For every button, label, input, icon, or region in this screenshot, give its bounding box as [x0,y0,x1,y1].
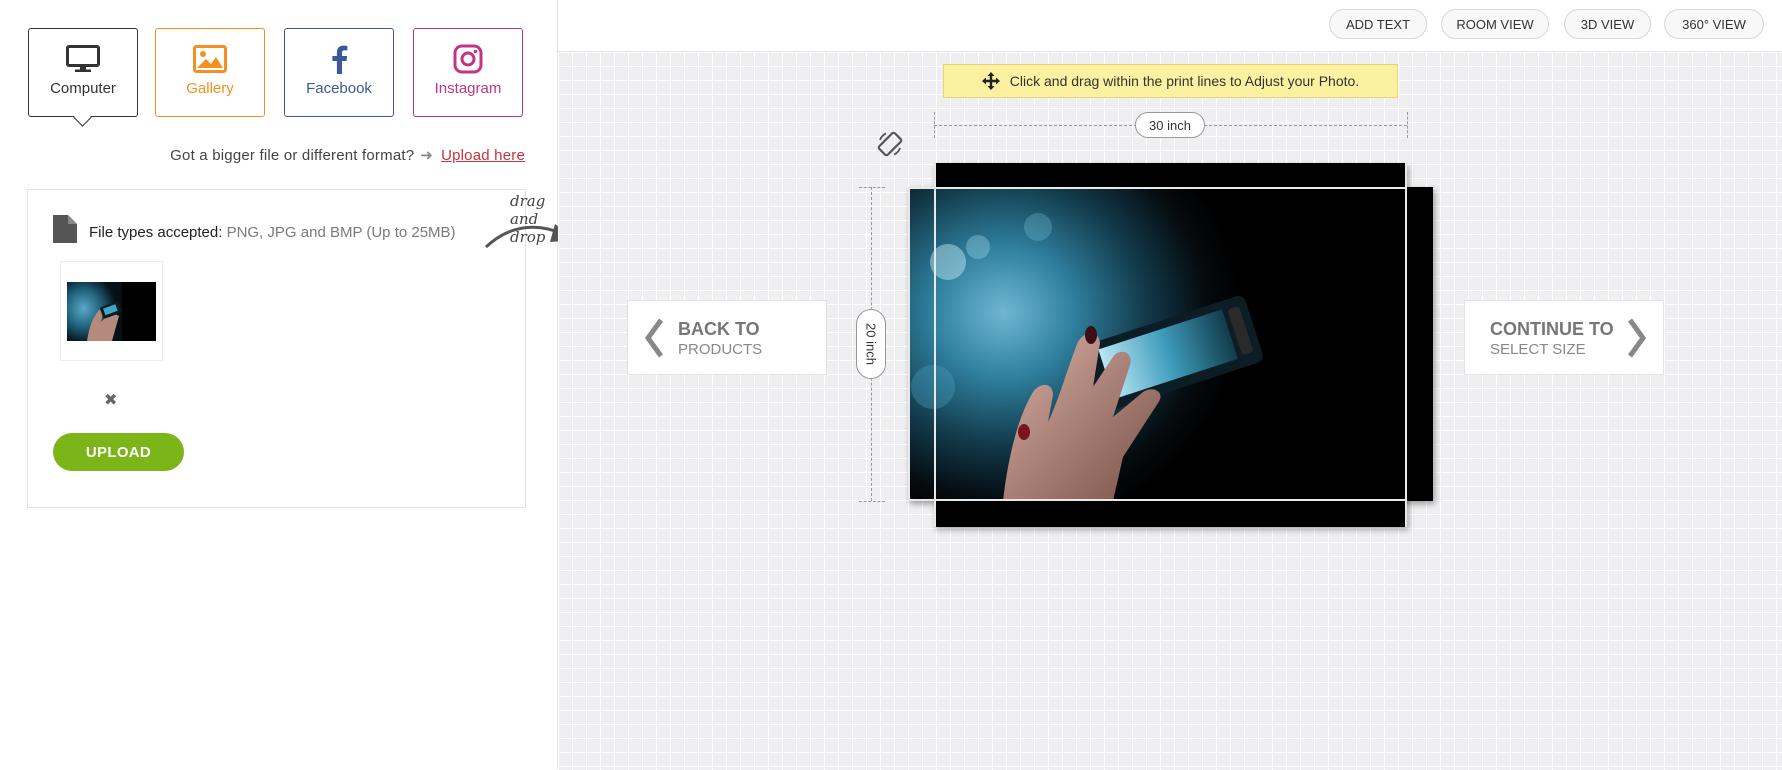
source-tab-computer[interactable]: Computer [28,28,138,117]
file-types-value: PNG, JPG and BMP (Up to 25MB) [226,224,456,241]
product-photo[interactable] [908,187,1433,501]
upload-panel: Computer Gallery Facebook Instagram Got … [0,0,576,769]
upload-box: File types accepted: PNG, JPG and BMP (U… [27,189,526,508]
file-types-label: File types accepted: [89,224,223,241]
source-tab-instagram[interactable]: Instagram [413,28,523,117]
bigger-file-note: Got a bigger file or different format? ➜ U… [0,146,525,164]
source-tab-label: Computer [50,80,116,97]
chevron-right-icon [1627,318,1647,363]
uploaded-thumbnail-card[interactable] [60,261,163,361]
adjust-hint-banner: Click and drag within the print lines to… [943,64,1398,98]
source-tab-label: Facebook [306,80,372,97]
height-dimension-text: 20 inch [863,323,879,365]
back-button-subtitle: PRODUCTS [678,341,763,358]
back-to-products-button[interactable]: BACK TO PRODUCTS [627,300,827,375]
width-dimension-tick [1407,112,1408,138]
move-arrows-icon [981,72,1000,90]
remove-photo-icon[interactable]: ✖ [104,390,117,410]
rotate-orientation-icon[interactable] [876,130,904,163]
width-dimension-tick [934,112,935,138]
source-tab-gallery[interactable]: Gallery [155,28,265,117]
height-dimension-tick [859,501,885,502]
source-tab-label: Gallery [186,80,234,97]
source-tab-facebook[interactable]: Facebook [284,28,394,117]
file-icon [52,214,78,249]
width-dimension-label: 30 inch [1135,112,1205,138]
monitor-icon [66,44,100,74]
source-tab-label: Instagram [434,80,502,97]
upload-here-link[interactable]: Upload here [441,147,525,164]
continue-button-title: CONTINUE TO [1490,319,1614,339]
adjust-hint-text: Click and drag within the print lines to… [1009,73,1360,89]
chevron-left-icon [644,318,664,363]
uploaded-thumbnail [67,281,156,341]
bigger-file-question: Got a bigger file or different format? [170,147,415,164]
add-text-button[interactable]: ADD TEXT [1329,9,1427,39]
continue-to-select-size-button[interactable]: CONTINUE TO SELECT SIZE [1464,300,1664,375]
file-types-text: File types accepted: PNG, JPG and BMP (U… [89,224,456,241]
image-icon [193,44,227,74]
height-dimension-tick [859,187,885,188]
back-button-title: BACK TO [678,319,760,339]
360-view-button[interactable]: 360° VIEW [1664,9,1764,39]
3d-view-button[interactable]: 3D VIEW [1564,9,1651,39]
instagram-icon [453,44,483,74]
height-dimension-label: 20 inch [856,309,886,379]
arrow-right-icon: ➜ [420,147,434,164]
room-view-button[interactable]: ROOM VIEW [1441,9,1549,39]
continue-button-subtitle: SELECT SIZE [1490,341,1586,358]
facebook-icon [329,44,349,74]
upload-button[interactable]: UPLOAD [53,433,184,471]
